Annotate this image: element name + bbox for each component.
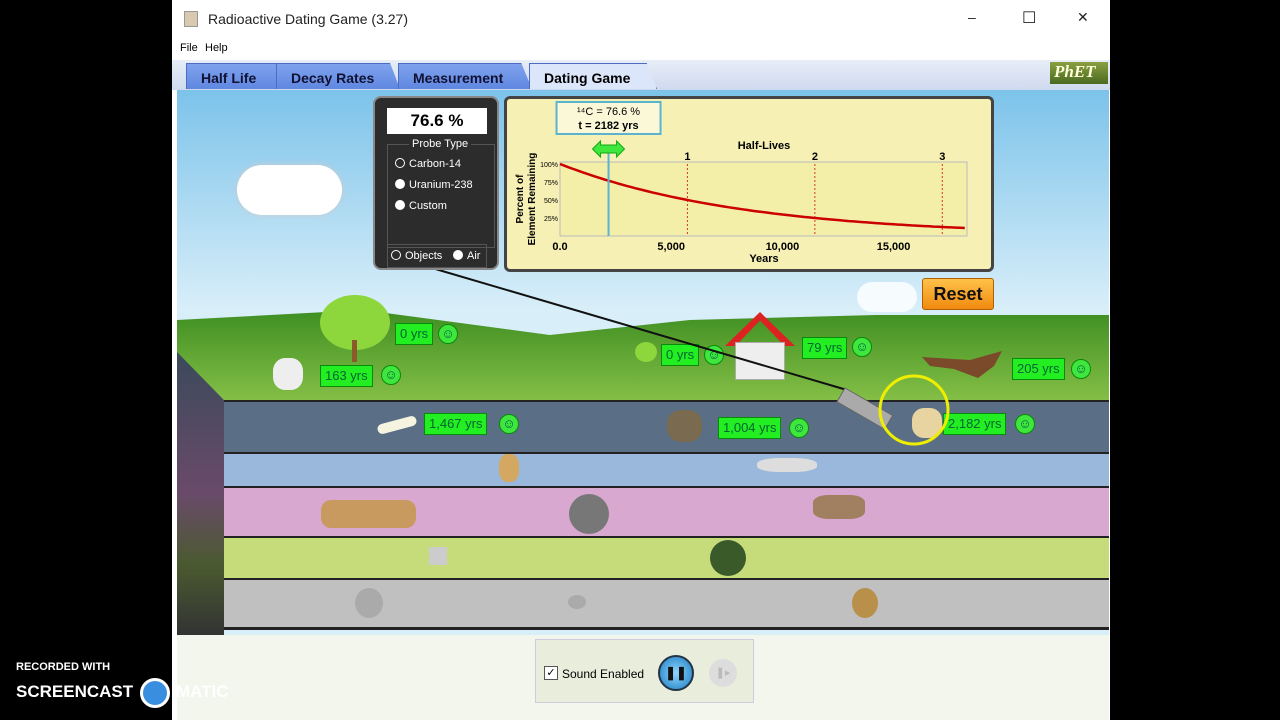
decay-graph-panel: 100% 75% 50% 25% 0.0 5,000 10,000 15,000 Years Ha… [504,96,994,272]
phet-logo: PhET [1050,62,1108,84]
radio-icon [395,158,405,168]
control-bar: ✓ Sound Enabled ❚❚ ❚▸ [177,635,1109,720]
probe-type-label: Probe Type [409,138,472,150]
y-axis-label: Element Remaining [527,153,538,246]
watermark-line1: RECORDED WITH [16,661,111,673]
x-tick-label: 15,000 [877,241,911,253]
half-life-tick-label: 3 [939,151,945,163]
probe-panel: 76.6 % Probe Type Carbon-14 Uranium-238 … [373,96,499,270]
pause-button[interactable]: ❚❚ [658,655,694,691]
radio-label: Custom [409,200,447,212]
half-life-tick-label: 2 [812,151,818,163]
control-panel: ✓ Sound Enabled ❚❚ ❚▸ [535,639,754,703]
radio-carbon-14[interactable]: Carbon-14 [395,158,461,170]
y-axis-label: Percent of [515,174,526,224]
tab-bar: Half Life Decay Rates Measurement Dating… [172,60,1110,90]
reset-button[interactable]: Reset [922,278,994,310]
menu-file[interactable]: File [180,42,198,54]
radio-label: Uranium-238 [409,179,473,191]
half-life-tick-label: 1 [684,151,690,163]
percent-readout: 76.6 % [387,108,487,134]
half-lives-label: Half-Lives [738,140,791,152]
menu-bar: File Help [172,38,1110,60]
sound-checkbox[interactable]: ✓ [544,666,558,680]
decay-graph: 100% 75% 50% 25% 0.0 5,000 10,000 15,000 Years Ha… [515,101,968,265]
sound-label: Sound Enabled [562,667,645,681]
y-tick-label: 25% [544,216,558,223]
y-tick-label: 75% [544,180,558,187]
screencast-logo-icon [140,678,170,708]
radio-icon [453,250,463,260]
tab-half-life[interactable]: Half Life [186,63,286,89]
radio-objects[interactable]: Objects [391,250,442,262]
radio-custom[interactable]: Custom [395,200,447,212]
radio-icon [395,200,405,210]
tooltip-time: t = 2182 yrs [578,120,638,132]
watermark-line2: SCREENCAST [16,682,134,701]
x-tick-label: 10,000 [766,241,800,253]
minimize-button[interactable]: – [968,9,976,25]
simulation-scene: 0 yrs ☺ 163 yrs ☺ 0 yrs ☺ 79 yrs ☺ 205 y… [177,90,1109,635]
tab-decay-rates[interactable]: Decay Rates [276,63,400,89]
radio-icon [391,250,401,260]
radio-label: Carbon-14 [409,158,461,170]
java-icon [184,11,198,27]
radio-label: Air [467,250,481,262]
title-bar: Radioactive Dating Game (3.27) – ☐ ✕ [172,0,1110,38]
window-title: Radioactive Dating Game (3.27) [208,11,408,27]
radio-uranium-238[interactable]: Uranium-238 [395,179,473,191]
close-button[interactable]: ✕ [1077,9,1089,26]
maximize-button[interactable]: ☐ [1022,8,1036,28]
x-axis-label: Years [749,253,778,265]
radio-label: Objects [405,250,443,262]
radio-air[interactable]: Air [453,250,480,262]
radio-icon [395,179,405,189]
step-button[interactable]: ❚▸ [709,659,737,687]
watermark-line3: MATIC [176,682,229,701]
app-window: Radioactive Dating Game (3.27) – ☐ ✕ Fil… [172,0,1110,720]
x-tick-label: 5,000 [657,241,685,253]
cursor-highlight [878,374,950,446]
menu-help[interactable]: Help [205,42,228,54]
tooltip-percent: ¹⁴C = 76.6 % [577,106,640,118]
y-tick-label: 50% [544,198,558,205]
tab-dating-game[interactable]: Dating Game [529,63,657,89]
y-tick-label: 100% [540,162,558,169]
x-tick-label: 0.0 [552,241,567,253]
tab-measurement[interactable]: Measurement [398,63,532,89]
